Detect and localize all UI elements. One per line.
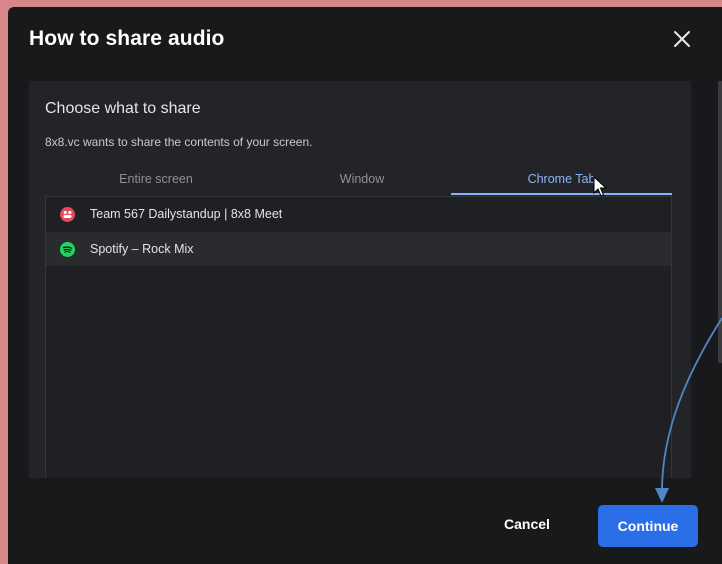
tab-entire-screen[interactable]: Entire screen [45,165,267,195]
dialog-title: How to share audio [29,27,225,50]
picker-heading: Choose what to share [45,100,201,117]
close-icon[interactable] [671,28,693,50]
8x8-meet-icon [60,207,75,222]
screen-share-picker: Choose what to share 8x8.vc wants to sha… [29,81,691,478]
share-source-tabs: Entire screen Window Chrome Tab [45,165,672,197]
list-item-label: Spotify – Rock Mix [90,242,194,256]
list-item-8x8-meet[interactable]: Team 567 Dailystandup | 8x8 Meet [46,197,671,231]
continue-button[interactable]: Continue [598,505,698,547]
scrollbar[interactable] [718,81,722,363]
tab-list: Team 567 Dailystandup | 8x8 Meet Spotify… [45,196,672,478]
spotify-icon [60,242,75,257]
tab-chrome-tab[interactable]: Chrome Tab [451,165,672,195]
list-item-label: Team 567 Dailystandup | 8x8 Meet [90,207,283,221]
cancel-button[interactable]: Cancel [504,516,550,532]
picker-subtitle: 8x8.vc wants to share the contents of yo… [45,135,313,149]
list-item-spotify[interactable]: Spotify – Rock Mix [46,232,671,266]
tab-window[interactable]: Window [267,165,457,195]
share-audio-dialog: How to share audio Choose what to share … [8,7,722,564]
